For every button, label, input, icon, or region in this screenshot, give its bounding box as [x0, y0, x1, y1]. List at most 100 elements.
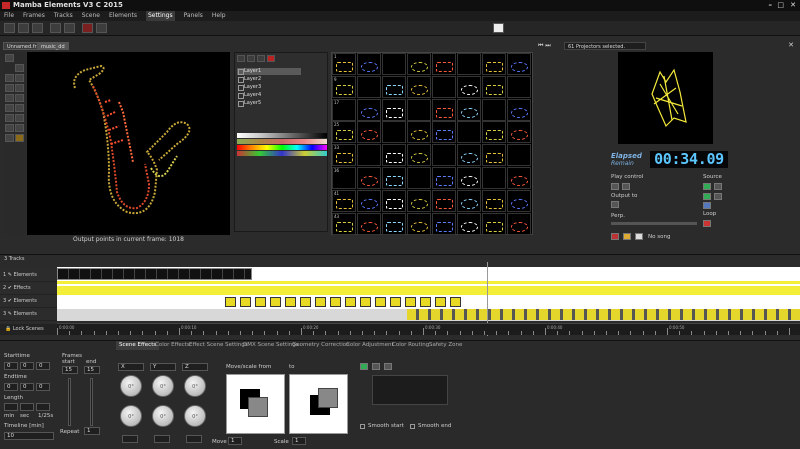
rotation-knob[interactable]: 0° — [120, 375, 142, 397]
rect-tool-icon[interactable] — [15, 74, 24, 82]
redo-icon[interactable] — [64, 23, 75, 33]
layer-item[interactable]: Layer1 — [237, 68, 301, 75]
keyboard-icon[interactable] — [493, 23, 504, 33]
copy-tool-icon[interactable] — [15, 64, 24, 72]
perp-slider[interactable] — [611, 222, 697, 225]
effect-clip[interactable] — [315, 297, 326, 307]
start-min-field[interactable]: 0 — [4, 362, 18, 370]
rotation-knob[interactable]: 0° — [184, 375, 206, 397]
frame-cell[interactable] — [382, 98, 406, 121]
frame-cell[interactable] — [407, 212, 431, 235]
frame-cell[interactable] — [407, 189, 431, 212]
frame-cell[interactable] — [357, 144, 381, 167]
menu-frames[interactable]: Frames — [23, 11, 45, 21]
delete-layer-icon[interactable] — [257, 55, 265, 62]
frame-cell[interactable] — [382, 144, 406, 167]
frame-cell[interactable]: 43 — [332, 212, 356, 235]
effect-clip[interactable] — [420, 297, 431, 307]
timeline-ruler[interactable]: 0:00:00 0:00:10 0:00:20 0:00:30 0:00:40 … — [57, 323, 800, 335]
effect-clip[interactable] — [300, 297, 311, 307]
move-field[interactable]: 1 — [228, 437, 242, 445]
close-panel-icon[interactable]: ✕ — [788, 41, 794, 49]
frame-cell[interactable] — [507, 75, 531, 98]
frame-cell[interactable]: 1 — [332, 53, 356, 75]
layer-item[interactable]: Layer2 — [237, 76, 301, 83]
rotation-knob[interactable]: 0° — [120, 405, 142, 427]
frame-cell[interactable] — [407, 144, 431, 167]
frame-cell[interactable] — [457, 167, 481, 189]
dropdown-icon[interactable] — [96, 23, 107, 33]
song-icon[interactable] — [635, 233, 643, 240]
frame-cell[interactable] — [407, 53, 431, 75]
rotation-z-field[interactable] — [186, 435, 202, 443]
frame-cell[interactable]: 25 — [332, 121, 356, 144]
duplicate-layer-icon[interactable] — [247, 55, 255, 62]
frame-cell[interactable] — [432, 212, 456, 235]
frame-cell[interactable] — [432, 144, 456, 167]
frame-cell[interactable] — [507, 121, 531, 144]
add-layer-icon[interactable] — [237, 55, 245, 62]
track-header-2[interactable]: 2 ✔ Effects — [0, 282, 57, 295]
save-icon[interactable] — [32, 23, 43, 33]
start-frame-field[interactable]: 0 — [36, 362, 50, 370]
length-sec-field[interactable] — [20, 403, 34, 411]
frame-cell[interactable] — [432, 98, 456, 121]
frame-cell[interactable] — [407, 75, 431, 98]
frame-cell[interactable] — [382, 212, 406, 235]
track-lane-2[interactable] — [57, 281, 800, 295]
layer-item[interactable]: Layer4 — [237, 92, 301, 99]
menu-file[interactable]: File — [4, 11, 14, 21]
axis-z-select[interactable]: Z — [182, 363, 208, 371]
frame-cell[interactable] — [407, 167, 431, 189]
tab-music-dd[interactable]: music_dd — [37, 42, 69, 50]
frame-cell[interactable]: 9 — [332, 75, 356, 98]
axis-x-select[interactable]: X — [118, 363, 144, 371]
frame-cell[interactable] — [457, 212, 481, 235]
source-e-button[interactable] — [703, 202, 711, 209]
scale-field[interactable]: 1 — [292, 437, 306, 445]
layer-color-icon[interactable] — [267, 55, 275, 62]
track-header-4[interactable]: 3 ✎ Elements — [0, 308, 57, 321]
curve-b-icon[interactable] — [372, 363, 380, 370]
frame-cell[interactable] — [357, 75, 381, 98]
frame-cell[interactable] — [482, 212, 506, 235]
move-tool-icon[interactable] — [15, 124, 24, 132]
effect-clip[interactable] — [345, 297, 356, 307]
minimize-icon[interactable]: – — [769, 0, 773, 11]
effect-clip[interactable] — [285, 297, 296, 307]
curve-c-icon[interactable] — [384, 363, 392, 370]
open-file-icon[interactable] — [18, 23, 29, 33]
frame-cell[interactable] — [457, 98, 481, 121]
end-frame-field[interactable]: 0 — [36, 383, 50, 391]
rotation-knob[interactable]: 0° — [152, 375, 174, 397]
menu-panels[interactable]: Panels — [184, 11, 203, 21]
pause-button[interactable] — [622, 183, 630, 190]
effect-clip[interactable] — [450, 297, 461, 307]
frame-cell[interactable]: 33 — [332, 144, 356, 167]
effect-clip[interactable] — [360, 297, 371, 307]
curve-a-icon[interactable] — [360, 363, 368, 370]
check-tool-icon[interactable] — [15, 104, 24, 112]
frame-cell[interactable] — [507, 144, 531, 167]
timeline-field[interactable]: 10 — [4, 432, 54, 440]
source-c-button[interactable] — [703, 193, 711, 200]
polyline-tool-icon[interactable] — [15, 94, 24, 102]
rotation-knob[interactable]: 0° — [152, 405, 174, 427]
menu-elements[interactable]: Elements — [109, 11, 137, 21]
frame-cell[interactable]: 17 — [332, 98, 356, 121]
circle-tool-icon[interactable] — [5, 84, 14, 92]
frames-start-slider[interactable] — [68, 378, 71, 426]
new-file-icon[interactable] — [4, 23, 15, 33]
music-icon[interactable] — [623, 233, 631, 240]
menu-help[interactable]: Help — [212, 11, 226, 21]
frame-cell[interactable] — [357, 167, 381, 189]
frames-end-field[interactable]: 15 — [84, 366, 100, 374]
smooth-start-checkbox[interactable] — [360, 424, 365, 429]
frame-cell[interactable] — [482, 144, 506, 167]
end-min-field[interactable]: 0 — [4, 383, 18, 391]
elements-clip[interactable] — [407, 309, 800, 320]
projector-nav[interactable]: ⏮ ⏭ — [538, 42, 560, 50]
effect-clip[interactable] — [390, 297, 401, 307]
smooth-end-checkbox[interactable] — [410, 424, 415, 429]
frame-cell[interactable] — [482, 98, 506, 121]
